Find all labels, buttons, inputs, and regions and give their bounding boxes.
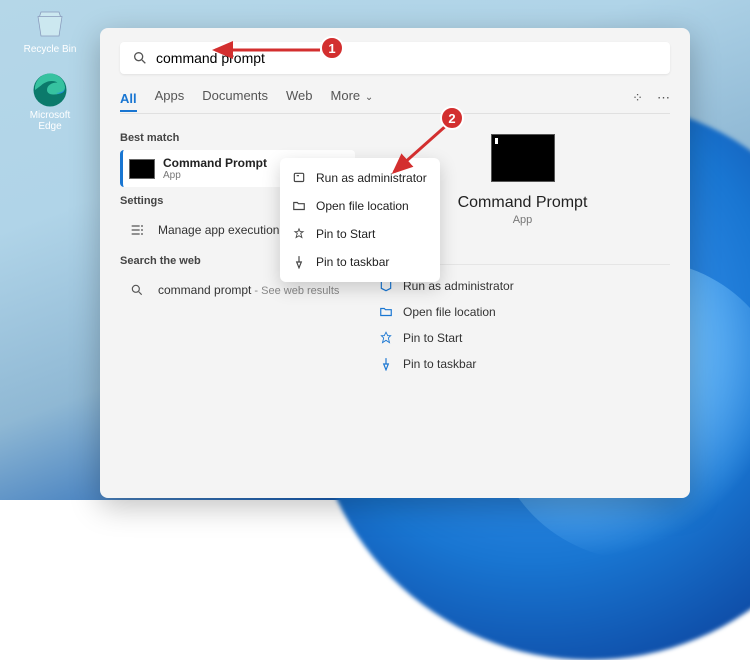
preview-action-pin-taskbar[interactable]: Pin to taskbar [375, 351, 670, 377]
annotation-badge-2: 2 [440, 106, 464, 130]
context-pin-start[interactable]: Pin to Start [280, 220, 440, 248]
settings-list-icon [124, 219, 150, 241]
chevron-down-icon: ⌄ [362, 92, 373, 103]
tab-more[interactable]: More ⌄ [331, 88, 374, 107]
context-pin-taskbar[interactable]: Pin to taskbar [280, 248, 440, 276]
share-icon[interactable]: ⁘ [632, 90, 643, 106]
search-icon [132, 50, 148, 66]
annotation-badge-1: 1 [320, 36, 344, 60]
recycle-bin-label: Recycle Bin [20, 44, 80, 55]
preview-app-icon [491, 134, 555, 182]
recycle-bin-shortcut[interactable]: Recycle Bin [20, 6, 80, 55]
tab-apps[interactable]: Apps [155, 88, 185, 107]
tab-documents[interactable]: Documents [202, 88, 268, 107]
edge-icon [32, 72, 68, 108]
context-menu: Run as administrator Open file location … [280, 158, 440, 282]
recycle-bin-icon [32, 6, 68, 42]
section-best-match: Best match [120, 132, 355, 144]
context-run-admin[interactable]: Run as administrator [280, 164, 440, 192]
web-query-text: command prompt [158, 283, 251, 297]
edge-shortcut[interactable]: Microsoft Edge [20, 72, 80, 132]
result-subtitle: App [163, 170, 267, 181]
result-title: Command Prompt [163, 156, 267, 170]
folder-icon [379, 305, 393, 319]
pin-icon [292, 255, 306, 269]
preview-action-open-location[interactable]: Open file location [375, 299, 670, 325]
tab-web[interactable]: Web [286, 88, 313, 107]
shield-icon [292, 171, 306, 185]
pin-icon [379, 357, 393, 371]
pin-icon [292, 227, 306, 241]
more-options-icon[interactable]: ⋯ [657, 90, 670, 106]
search-box[interactable] [120, 42, 670, 74]
tab-all[interactable]: All [120, 91, 137, 112]
search-filter-tabs: All Apps Documents Web More ⌄ ⁘ ⋯ [120, 88, 670, 114]
preview-action-pin-start[interactable]: Pin to Start [375, 325, 670, 351]
search-input[interactable] [156, 50, 658, 66]
pin-icon [379, 331, 393, 345]
command-prompt-icon [129, 159, 155, 179]
edge-label: Microsoft Edge [20, 110, 80, 132]
search-icon [124, 279, 150, 301]
context-open-location[interactable]: Open file location [280, 192, 440, 220]
folder-icon [292, 199, 306, 213]
web-query-suffix: - See web results [251, 285, 339, 297]
